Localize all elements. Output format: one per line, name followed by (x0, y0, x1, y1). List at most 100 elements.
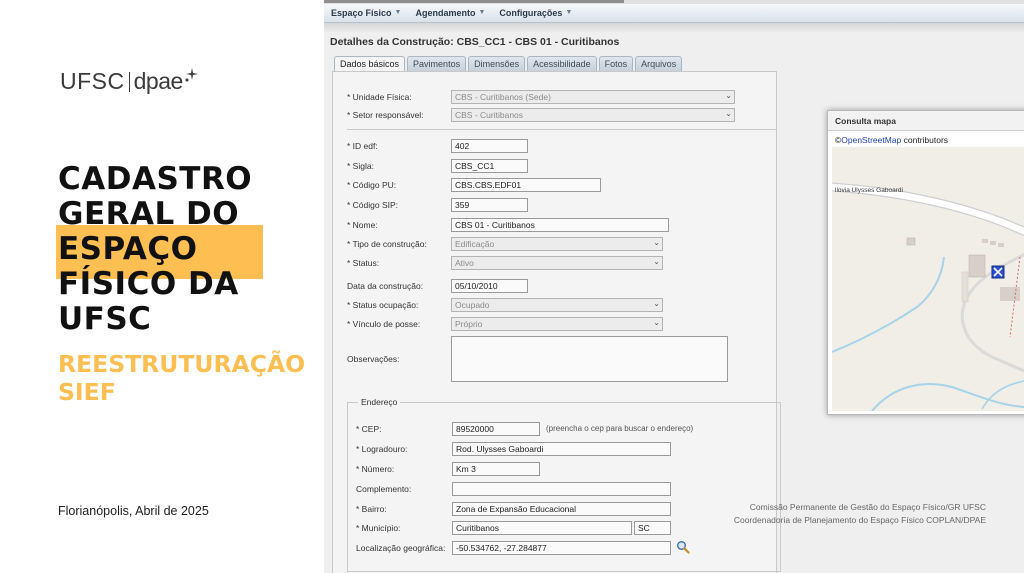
menu-label: Configurações (499, 8, 563, 18)
localizacao-input[interactable]: -50.534762, -27.284877 (452, 541, 671, 555)
observacoes-textarea[interactable] (451, 336, 728, 382)
menu-configuracoes[interactable]: Configurações ▼ (492, 4, 579, 22)
search-icon[interactable] (676, 540, 690, 554)
attribution-suffix: contributors (901, 135, 949, 145)
chevron-down-icon: ⌄ (653, 299, 660, 308)
footer-line: Coordenadoria de Planejamento do Espaço … (733, 515, 986, 525)
slide-left-panel: UFSC dpae CADASTRO GERAL DO ESPAÇO FÍSIC… (0, 0, 324, 573)
field-label: * Código SIP: (347, 200, 399, 210)
app-screenshot: Espaço Físico ▼ Agendamento ▼ Configuraç… (324, 0, 1024, 573)
form-row-unidade-fisica: * Unidade Física: CBS - Curitibanos (Sed… (347, 90, 777, 104)
map-marker-icon[interactable] (991, 265, 1005, 279)
sigla-input[interactable]: CBS_CC1 (451, 159, 528, 173)
form-row-status-ocupacao: * Status ocupação: Ocupado ⌄ (347, 298, 777, 312)
form-row-status: * Status: Ativo ⌄ (347, 256, 777, 270)
data-construcao-input[interactable]: 05/10/2010 (451, 279, 528, 293)
logo-dpae-text: dpae (133, 68, 184, 94)
form-row-codigo-sip: * Código SIP: 359 (347, 198, 777, 212)
complemento-input[interactable] (452, 482, 671, 496)
map-street-label: llovia Ulysses Gaboardi (835, 187, 903, 194)
menu-agendamento[interactable]: Agendamento ▼ (408, 4, 492, 22)
form-row-codigo-pu: * Código PU: CBS.CBS.EDF01 (347, 178, 777, 192)
select-value: CBS - Curitibanos (455, 110, 524, 120)
tab-dados-basicos[interactable]: Dados básicos (334, 56, 406, 72)
form-panel: * Unidade Física: CBS - Curitibanos (Sed… (332, 71, 781, 573)
select-value: Próprio (455, 319, 483, 329)
endereco-legend: Endereço (358, 397, 401, 407)
form-row-nome: * Nome: CBS 01 - Curitibanos (347, 218, 777, 232)
logradouro-input[interactable]: Rod. Ulysses Gaboardi (452, 442, 671, 456)
field-label: * Nome: (347, 220, 378, 230)
chevron-down-icon: ⌄ (725, 91, 732, 100)
unidade-fisica-select[interactable]: CBS - Curitibanos (Sede) ⌄ (451, 90, 735, 104)
field-label: Localização geográfica: (356, 543, 446, 553)
chevron-down-icon: ⌄ (653, 257, 660, 266)
main-menubar: Espaço Físico ▼ Agendamento ▼ Configuraç… (324, 4, 1024, 23)
uf-input[interactable]: SC (634, 521, 671, 535)
chevron-down-icon: ⌄ (653, 238, 660, 247)
slide-subtitle-line: REESTRUTURAÇÃO (58, 350, 306, 378)
map-dialog: Consulta mapa ©OpenStreetMap contributor… (827, 110, 1024, 415)
slide-subtitle: REESTRUTURAÇÃO SIEF (58, 350, 320, 406)
tab-dimensoes[interactable]: Dimensões (468, 56, 526, 71)
field-label: Data da construção: (347, 281, 424, 291)
nome-input[interactable]: CBS 01 - Curitibanos (451, 218, 669, 232)
form-row-numero: * Número: Km 3 (356, 462, 786, 476)
form-row-localizacao: Localização geográfica: -50.534762, -27.… (356, 541, 786, 555)
tab-acessibilidade[interactable]: Acessibilidade (527, 56, 597, 71)
map-attribution: ©OpenStreetMap contributors (835, 135, 948, 145)
menu-label: Agendamento (415, 8, 476, 18)
cep-hint: (preencha o cep para buscar o endereço) (546, 424, 694, 433)
field-label: * Código PU: (347, 180, 397, 190)
slide-title-line: UFSC (58, 301, 152, 337)
menu-label: Espaço Físico (331, 8, 392, 18)
field-label: * Tipo de construção: (347, 239, 427, 249)
slide-title-line: ESPAÇO (58, 231, 198, 267)
ufsc-dpae-logo: UFSC dpae (60, 67, 199, 95)
tab-fotos[interactable]: Fotos (598, 56, 634, 71)
field-label: * Vínculo de posse: (347, 319, 421, 329)
form-row-observacoes: Observações: (347, 336, 777, 382)
bairro-input[interactable]: Zona de Expansão Educacional (452, 502, 671, 516)
status-ocupacao-select[interactable]: Ocupado ⌄ (451, 298, 663, 312)
form-divider (347, 129, 777, 130)
field-label: Observações: (347, 354, 400, 364)
numero-input[interactable]: Km 3 (452, 462, 540, 476)
tab-pavimentos[interactable]: Pavimentos (407, 56, 467, 71)
codigo-sip-input[interactable]: 359 (451, 198, 528, 212)
chevron-down-icon: ⌄ (653, 318, 660, 327)
slide-date: Florianópolis, Abril de 2025 (58, 504, 209, 518)
field-label: * ID edf: (347, 141, 378, 151)
form-row-logradouro: * Logradouro: Rod. Ulysses Gaboardi (356, 442, 786, 456)
field-label: * CEP: (356, 424, 382, 434)
map-canvas[interactable]: llovia Ulysses Gaboardi (832, 147, 1024, 411)
codigo-pu-input[interactable]: CBS.CBS.EDF01 (451, 178, 601, 192)
setor-select[interactable]: CBS - Curitibanos ⌄ (451, 108, 735, 122)
tab-arquivos[interactable]: Arquivos (635, 56, 683, 71)
municipio-input[interactable]: Curitibanos (452, 521, 632, 535)
status-select[interactable]: Ativo ⌄ (451, 256, 663, 270)
field-label: Complemento: (356, 484, 412, 494)
detail-tabs: Dados básicos Pavimentos Dimensões Acess… (334, 56, 683, 72)
tipo-construcao-select[interactable]: Edificação ⌄ (451, 237, 663, 251)
form-row-vinculo-posse: * Vínculo de posse: Próprio ⌄ (347, 317, 777, 331)
id-edf-input[interactable]: 402 (451, 139, 528, 153)
sparkle-icon (185, 67, 198, 81)
cep-input[interactable]: 89520000 (452, 422, 540, 436)
form-row-id-edf: * ID edf: 402 (347, 139, 777, 153)
vinculo-posse-select[interactable]: Próprio ⌄ (451, 317, 663, 331)
footer-credits: Comissão Permanente de Gestão do Espaço … (674, 501, 986, 527)
form-row-data-construcao: Data da construção: 05/10/2010 (347, 279, 777, 293)
slide-title-line: GERAL DO (58, 196, 240, 232)
menu-espaco-fisico[interactable]: Espaço Físico ▼ (324, 4, 408, 22)
form-row-sigla: * Sigla: CBS_CC1 (347, 159, 777, 173)
form-row-cep: * CEP: 89520000 (preencha o cep para bus… (356, 422, 786, 436)
map-dialog-title: Consulta mapa (828, 111, 1024, 131)
field-label: * Número: (356, 464, 395, 474)
field-label: * Bairro: (356, 504, 387, 514)
select-value: Ocupado (455, 300, 490, 310)
field-label: * Status: (347, 258, 380, 268)
slide-title: CADASTRO GERAL DO ESPAÇO FÍSICO DA UFSC (58, 162, 318, 337)
endereco-fieldset: Endereço * CEP: 89520000 (preencha o cep… (347, 397, 781, 572)
osm-link[interactable]: OpenStreetMap (841, 135, 901, 145)
